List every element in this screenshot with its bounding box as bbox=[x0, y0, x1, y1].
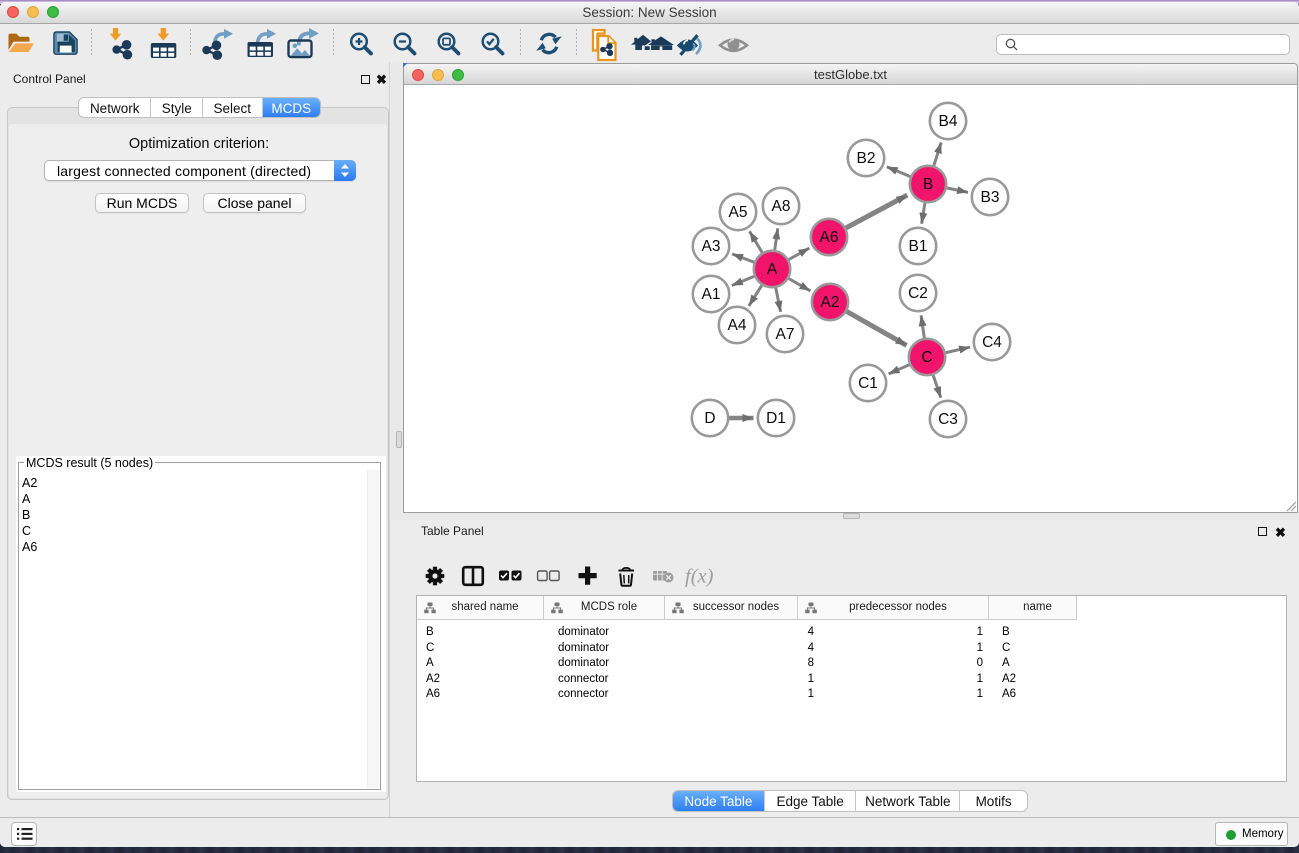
svg-text:B2: B2 bbox=[857, 150, 876, 167]
svg-text:D: D bbox=[704, 410, 715, 427]
svg-text:C1: C1 bbox=[858, 375, 878, 392]
svg-text:C2: C2 bbox=[908, 285, 928, 302]
svg-text:D1: D1 bbox=[766, 410, 786, 427]
svg-text:C3: C3 bbox=[938, 411, 958, 428]
svg-text:f(x): f(x) bbox=[685, 566, 714, 588]
svg-text:C4: C4 bbox=[982, 334, 1002, 351]
svg-text:A2: A2 bbox=[821, 294, 840, 311]
svg-text:B: B bbox=[923, 176, 933, 193]
svg-text:C: C bbox=[921, 349, 932, 366]
svg-text:A6: A6 bbox=[820, 229, 839, 246]
svg-text:A7: A7 bbox=[776, 326, 795, 343]
svg-text:B3: B3 bbox=[981, 189, 1000, 206]
svg-text:A5: A5 bbox=[729, 204, 748, 221]
svg-text:A3: A3 bbox=[702, 238, 721, 255]
svg-text:A4: A4 bbox=[728, 317, 747, 334]
svg-text:B1: B1 bbox=[909, 238, 928, 255]
svg-text:A8: A8 bbox=[772, 198, 791, 215]
svg-text:B4: B4 bbox=[939, 113, 958, 130]
svg-text:A: A bbox=[767, 261, 778, 278]
svg-text:A1: A1 bbox=[702, 286, 721, 303]
